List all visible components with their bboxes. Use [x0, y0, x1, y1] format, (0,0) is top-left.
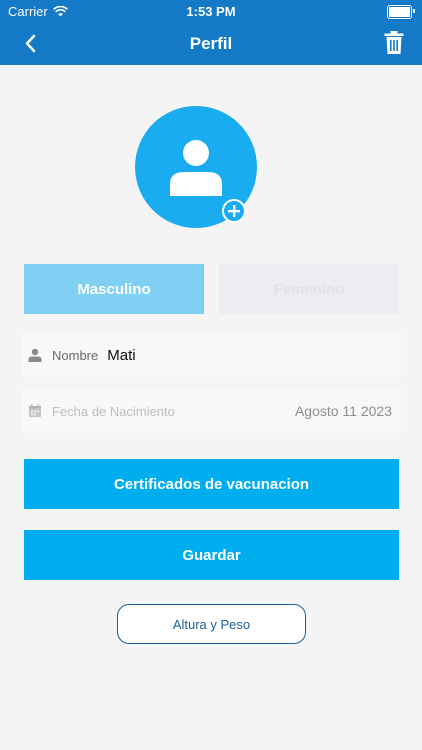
- add-photo-button[interactable]: [222, 199, 246, 223]
- status-time: 1:53 PM: [186, 4, 236, 19]
- navigation-bar: Perfil: [0, 22, 422, 65]
- birthdate-field[interactable]: Fecha de Nacimiento Agosto 11 2023: [22, 389, 401, 433]
- header: Carrier 1:53 PM Perfil: [0, 0, 422, 65]
- calendar-icon: [29, 404, 41, 417]
- birthdate-label: Fecha de Nacimiento: [52, 403, 175, 419]
- save-button[interactable]: Guardar: [24, 530, 399, 580]
- birthdate-value: Agosto 11 2023: [294, 403, 392, 419]
- user-icon: [28, 348, 42, 362]
- status-bar: Carrier 1:53 PM: [0, 0, 422, 22]
- battery-fill: [389, 7, 410, 17]
- trash-icon: [384, 31, 404, 54]
- person-icon: [170, 140, 222, 196]
- gender-female-button[interactable]: Femenino: [219, 264, 399, 314]
- add-circle-icon: [228, 205, 240, 217]
- name-label: Nombre: [52, 347, 99, 363]
- gender-male-button[interactable]: Masculino: [24, 264, 204, 314]
- vaccination-certificates-button[interactable]: Certificados de vacunacion: [24, 459, 399, 509]
- battery-icon: [387, 5, 415, 19]
- delete-button[interactable]: [382, 30, 406, 56]
- height-weight-button[interactable]: Altura y Peso: [117, 604, 306, 644]
- page-title: Perfil: [189, 34, 233, 53]
- name-field[interactable]: Nombre Mati: [22, 333, 401, 377]
- name-value: Mati: [107, 346, 136, 364]
